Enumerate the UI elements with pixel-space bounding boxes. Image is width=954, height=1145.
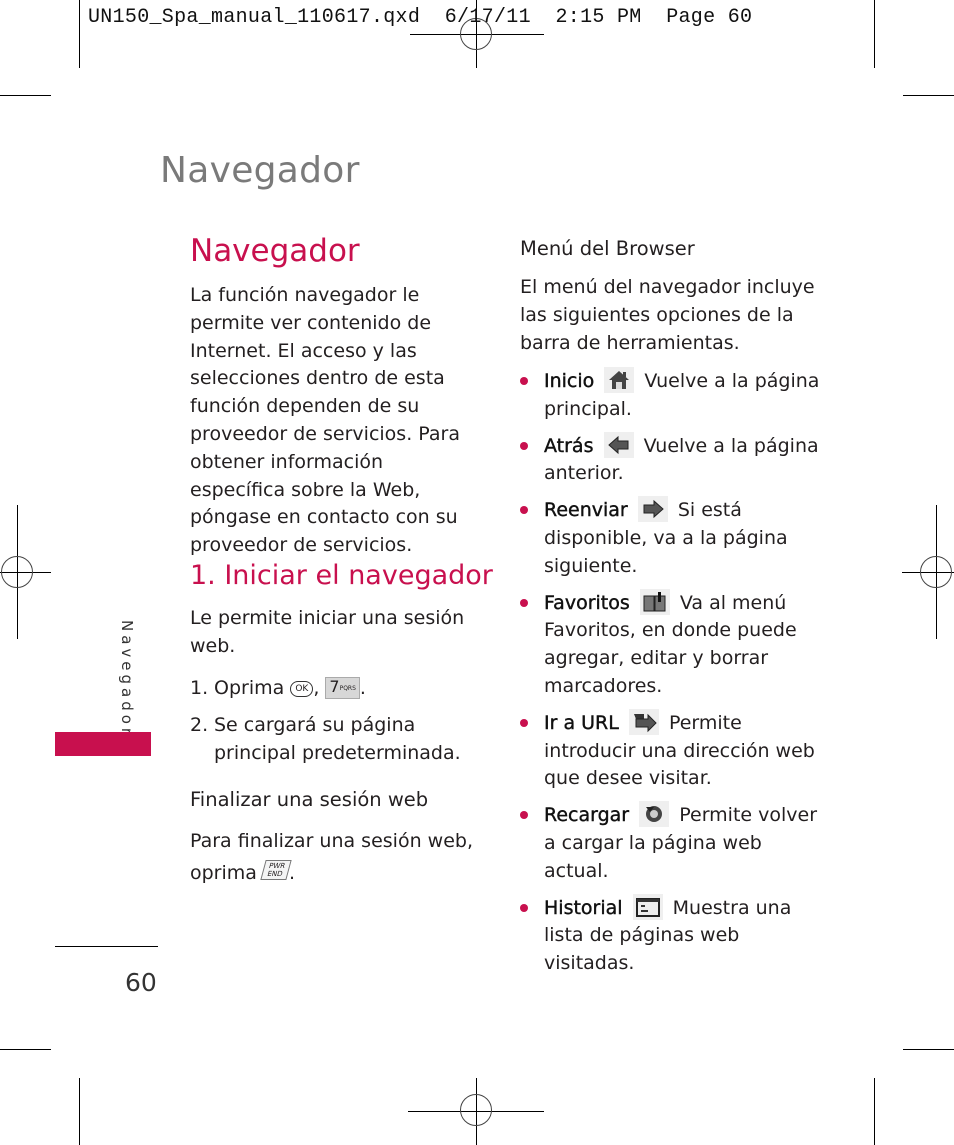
intro-paragraph: La función navegador le permite ver cont… [190,284,460,557]
bullet-icon [520,441,528,450]
bullet-icon [520,903,528,912]
key-letters: PQRS [339,685,356,692]
running-head: Navegador [160,150,360,191]
step-number: 1. [190,677,209,699]
key-bottom-label: END [266,869,284,878]
crop-mark [0,95,51,96]
step-text: Oprima OK, 7PQRS. [214,675,366,703]
item-term: Recargar [544,804,630,827]
go-to-url-icon [628,708,659,735]
section-intro: Le permite iniciar una sesión web. [190,607,465,657]
side-tab-marker [55,732,151,756]
crop-mark [903,1049,954,1050]
period: . [359,677,366,699]
end-session-heading: Finalizar una sesión web [190,788,429,811]
page-number: 60 [125,968,157,997]
ok-key-icon: OK [290,681,314,697]
bookmarks-icon [639,588,670,615]
end-session-line2: oprima PWR END. [190,859,480,888]
forward-arrow-icon [637,496,668,523]
step-number: 2. [190,713,209,736]
page-title: Navegador [190,233,360,269]
end-session-text: Para finalizar una sesión web, oprima PW… [190,828,480,888]
crop-mark [79,0,80,68]
crop-mark [903,95,954,96]
step-item: 1. Oprima OK, 7PQRS. [190,675,480,703]
crop-mark [79,1078,80,1145]
bullet-icon [520,718,528,727]
crop-mark [874,0,875,68]
footer-rule [55,946,158,947]
registration-circle [920,556,952,588]
browser-menu-heading: Menú del Browser [520,237,695,260]
list-item-reenviar: Reenviar Si está disponible, va a la pág… [520,496,820,580]
list-item-ir-a-url: Ir a URL Permite introducir una direcció… [520,708,820,793]
home-icon [604,367,635,393]
crop-mark [874,1078,875,1145]
key-digit: 7 [329,677,340,696]
bullet-icon [520,506,528,515]
steps-list: 1. Oprima OK, 7PQRS. 2. Se cargará su pá… [190,675,480,767]
list-item-favoritos: Favoritos Va al menú Favoritos, en donde… [520,588,820,701]
end-session-line1: Para finalizar una sesión web, [190,830,473,852]
crop-mark [0,1049,51,1050]
item-term: Ir a URL [544,711,619,734]
item-term: Reenviar [544,499,628,522]
bullet-icon [520,811,528,820]
browser-menu-list: Inicio Vuelve a la página principal. Atr… [520,367,820,986]
separator: , [313,677,320,699]
history-icon [632,893,663,920]
end-session-oprima: oprima [190,861,257,884]
item-term: Atrás [544,434,594,457]
list-item-historial: Historial Muestra una lista de páginas w… [520,893,820,978]
list-item-inicio: Inicio Vuelve a la página principal. [520,367,820,424]
print-slug: UN150_Spa_manual_110617.qxd 6/17/11 2:15… [88,6,753,29]
registration-circle [1,556,33,588]
bullet-icon [520,598,528,607]
section-title: 1. Iniciar el navegador [190,560,493,591]
list-item-atras: Atrás Vuelve a la página anterior. [520,431,820,489]
reload-icon [639,801,670,828]
step-text: Se cargará su página principal predeterm… [214,713,461,764]
item-term: Inicio [544,370,595,392]
side-tab-label: Navegador [118,620,136,739]
list-item-recargar: Recargar Permite volver a cargar la pági… [520,801,820,885]
key-top-label: PWR [267,861,287,870]
bullet-icon [520,377,528,385]
step-text-before: Oprima [214,677,285,699]
back-arrow-icon [603,431,634,458]
browser-menu-intro: El menú del navegador incluye las siguie… [520,276,815,354]
registration-circle [460,1094,492,1126]
key-7-icon: 7PQRS [325,677,360,699]
item-term: Favoritos [544,591,630,614]
item-term: Historial [544,896,623,919]
end-key-icon: PWR END [260,859,292,880]
step-item: 2. Se cargará su página principal predet… [190,712,480,768]
